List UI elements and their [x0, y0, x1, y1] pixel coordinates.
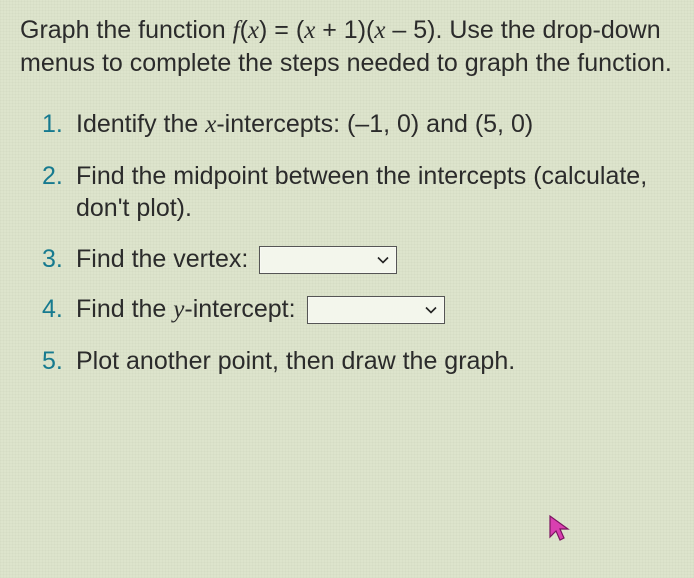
fn-x-arg: x — [248, 17, 259, 44]
step-1b: -intercepts: (–1, 0) and (5, 0) — [216, 110, 533, 138]
exercise-panel: Graph the function f(x) = (x + 1)(x – 5)… — [0, 0, 694, 377]
x-term-1: x — [304, 17, 315, 44]
step-1a: Identify the — [76, 110, 205, 138]
mid1: + 1)( — [315, 16, 374, 44]
steps-list: Identify the x-intercepts: (–1, 0) and (… — [42, 108, 676, 377]
step-3: Find the vertex: — [42, 243, 676, 276]
step-4-var: y — [173, 296, 184, 323]
fn-f: f — [233, 17, 240, 44]
step-2-text: Find the midpoint between the intercepts… — [76, 162, 647, 223]
step-2: Find the midpoint between the intercepts… — [42, 160, 676, 225]
step-5-text: Plot another point, then draw the graph. — [76, 347, 515, 375]
chevron-down-icon — [376, 253, 390, 267]
vertex-dropdown[interactable] — [259, 246, 397, 274]
step-3-label: Find the vertex: — [76, 245, 255, 273]
step-4: Find the y-intercept: — [42, 293, 676, 327]
x-term-2: x — [374, 17, 385, 44]
prompt-pre: Graph the function — [20, 16, 233, 44]
step-1: Identify the x-intercepts: (–1, 0) and (… — [42, 108, 676, 142]
mid2: – 5). — [385, 16, 449, 44]
step-4a: Find the — [76, 295, 173, 323]
eq: = ( — [267, 16, 304, 44]
step-4b: -intercept: — [184, 295, 302, 323]
step-1-var: x — [205, 111, 216, 138]
chevron-down-icon — [424, 303, 438, 317]
yintercept-dropdown[interactable] — [307, 296, 445, 324]
prompt-text: Graph the function f(x) = (x + 1)(x – 5)… — [20, 14, 676, 80]
step-5: Plot another point, then draw the graph. — [42, 345, 676, 378]
cursor-icon — [548, 514, 574, 549]
